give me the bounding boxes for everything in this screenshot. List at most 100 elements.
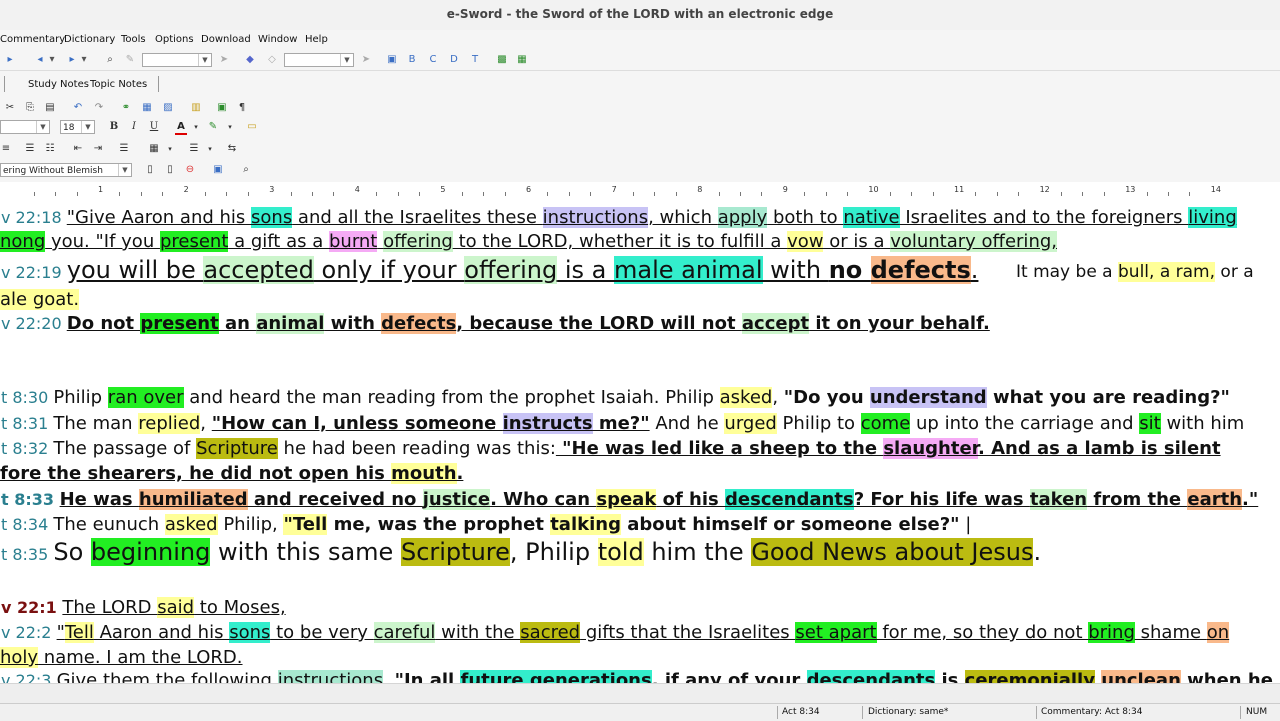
paragraph-spacing-icon[interactable]: ☰ — [118, 143, 130, 155]
dim-commentary-icon[interactable]: ◇ — [266, 54, 278, 66]
text-segment: Give them the following — [56, 670, 278, 683]
undo-icon[interactable]: ↶ — [72, 102, 84, 114]
outdent-icon[interactable]: ⇤ — [72, 143, 84, 155]
highlighted-word: unclean — [1101, 670, 1181, 683]
paragraph-mark-icon[interactable]: ¶ — [236, 102, 248, 114]
bold-icon[interactable]: B — [108, 121, 120, 133]
copy-icon[interactable]: ⎘ — [24, 102, 36, 114]
dim-nav-icon[interactable]: ➤ — [360, 54, 372, 66]
menu-tools[interactable]: Tools — [121, 34, 146, 45]
font-color-dropdown-icon[interactable]: ▾ — [190, 121, 202, 133]
ruler-tick — [333, 192, 335, 196]
text-segment: when he — [1180, 670, 1273, 683]
horizontal-scrollbar[interactable] — [0, 683, 1280, 704]
picture-icon[interactable]: ▨ — [162, 102, 174, 114]
verse-reference[interactable]: t 8:34 — [1, 515, 53, 534]
highlighted-word: taken — [1029, 489, 1088, 510]
highlight-dropdown-icon[interactable]: ▾ — [224, 121, 236, 133]
menu-window[interactable]: Window — [258, 34, 297, 45]
topic-select[interactable]: ering Without Blemish ▼ — [0, 163, 132, 177]
highlight-icon[interactable]: ✎ — [207, 121, 219, 133]
verse-reference[interactable]: v 22:20 — [1, 314, 67, 333]
bible-select[interactable]: ▼ — [142, 53, 212, 67]
document-d-icon[interactable]: D — [448, 54, 460, 66]
tab-study-notes[interactable]: Study Notes — [28, 79, 89, 90]
menu-help[interactable]: Help — [305, 34, 328, 45]
rename-topic-icon[interactable]: ▯ — [164, 164, 176, 176]
bookmark-b-icon[interactable]: B — [406, 54, 418, 66]
topic-link-icon[interactable]: ▣ — [212, 164, 224, 176]
insert-rule-icon[interactable]: ⇆ — [226, 143, 238, 155]
menu-options[interactable]: Options — [155, 34, 194, 45]
cut-icon[interactable]: ✂ — [4, 102, 16, 114]
numbered-list-icon[interactable]: ☰ — [24, 143, 36, 155]
highlighted-word: careful — [373, 622, 436, 643]
text-segment: And he — [649, 413, 725, 434]
notes-editor[interactable]: v 22:18 "Give Aaron and his sons and all… — [0, 200, 1280, 683]
tab-topic-notes[interactable]: Topic Notes — [90, 79, 147, 90]
copy-c-icon[interactable]: C — [427, 54, 439, 66]
link-icon[interactable]: ⚭ — [120, 102, 132, 114]
italic-icon[interactable]: I — [128, 121, 140, 133]
zoom-icon[interactable]: ⌕ — [240, 164, 252, 176]
verse-reference[interactable]: v 22:2 — [1, 623, 57, 642]
text-segment: is a — [557, 256, 614, 284]
verse-reference[interactable]: t 8:33 — [1, 490, 60, 509]
font-name-select[interactable]: ▼ — [0, 120, 50, 134]
back-icon[interactable]: ◂ — [34, 54, 46, 66]
underline-icon[interactable]: U — [148, 121, 160, 133]
verse-reference[interactable]: t 8:31 — [1, 414, 53, 433]
verse-reference[interactable]: t 8:32 — [1, 439, 53, 458]
forward-icon[interactable]: ▸ — [66, 54, 78, 66]
paste-icon[interactable]: ▤ — [44, 102, 56, 114]
borders-icon[interactable]: ▦ — [148, 143, 160, 155]
notes-tab-bar: Study Notes Topic Notes — [0, 71, 1280, 98]
forward-dropdown-icon[interactable]: ▾ — [78, 54, 90, 66]
text-segment: to Moses, — [194, 597, 286, 618]
menu-download[interactable]: Download — [201, 34, 251, 45]
redo-icon[interactable]: ↷ — [93, 102, 105, 114]
previous-chapter-icon[interactable]: ▸ — [4, 54, 16, 66]
line-spacing-dropdown-icon[interactable]: ▾ — [204, 143, 216, 155]
align-icon[interactable]: ≡ — [0, 143, 12, 155]
ruler-tick — [55, 192, 57, 196]
highlighted-word: ran over — [107, 387, 184, 408]
map-icon[interactable]: ▦ — [516, 54, 528, 66]
borders-dropdown-icon[interactable]: ▾ — [164, 143, 176, 155]
verse-reference[interactable]: v 22:18 — [1, 208, 67, 227]
font-size-select[interactable]: 18 ▼ — [60, 120, 95, 134]
table-icon[interactable]: ▦ — [141, 102, 153, 114]
search-icon[interactable]: ⌕ — [104, 54, 116, 66]
new-topic-icon[interactable]: ▯ — [144, 164, 156, 176]
dim-tool-icon[interactable]: ✎ — [124, 54, 136, 66]
bullet-list-icon[interactable]: ☷ — [44, 143, 56, 155]
delete-topic-icon[interactable]: ⊖ — [184, 164, 196, 176]
comment-icon[interactable]: ▭ — [246, 121, 258, 133]
indent-icon[interactable]: ⇥ — [92, 143, 104, 155]
verse-reference[interactable]: t 8:35 — [1, 545, 53, 564]
commentary-icon[interactable]: ◆ — [244, 54, 256, 66]
verse-reference[interactable]: t 8:30 — [1, 388, 53, 407]
text-segment: He was — [59, 489, 139, 510]
verse-reference[interactable]: v 22:1 — [1, 598, 62, 617]
notes-icon[interactable]: ▥ — [190, 102, 202, 114]
dim-action-icon[interactable]: ➤ — [218, 54, 230, 66]
text-line: fore the shearers, he did not open his m… — [0, 463, 463, 484]
verse-reference[interactable]: v 22:3 — [1, 671, 57, 683]
menu-commentary[interactable]: Commentary — [0, 34, 65, 45]
ruler-tick — [247, 192, 249, 196]
export-icon[interactable]: ▣ — [216, 102, 228, 114]
text-segment: and all the Israelites these — [292, 207, 543, 228]
image-icon[interactable]: ▩ — [496, 54, 508, 66]
line-spacing-icon[interactable]: ☰ — [188, 143, 200, 155]
ruler-tick — [932, 192, 934, 196]
font-color-icon[interactable]: A — [175, 121, 187, 135]
verse-reference[interactable]: v 22:19 — [1, 263, 67, 282]
window-icon[interactable]: ▣ — [386, 54, 398, 66]
topic-t-icon[interactable]: T — [469, 54, 481, 66]
text-segment: you will be — [66, 256, 204, 284]
back-dropdown-icon[interactable]: ▾ — [46, 54, 58, 66]
commentary-select[interactable]: ▼ — [284, 53, 354, 67]
ruler[interactable]: 1 2 3 4 5 6 7 8 9 10 11 12 13 14 — [0, 182, 1280, 201]
menu-dictionary[interactable]: Dictionary — [64, 34, 115, 45]
